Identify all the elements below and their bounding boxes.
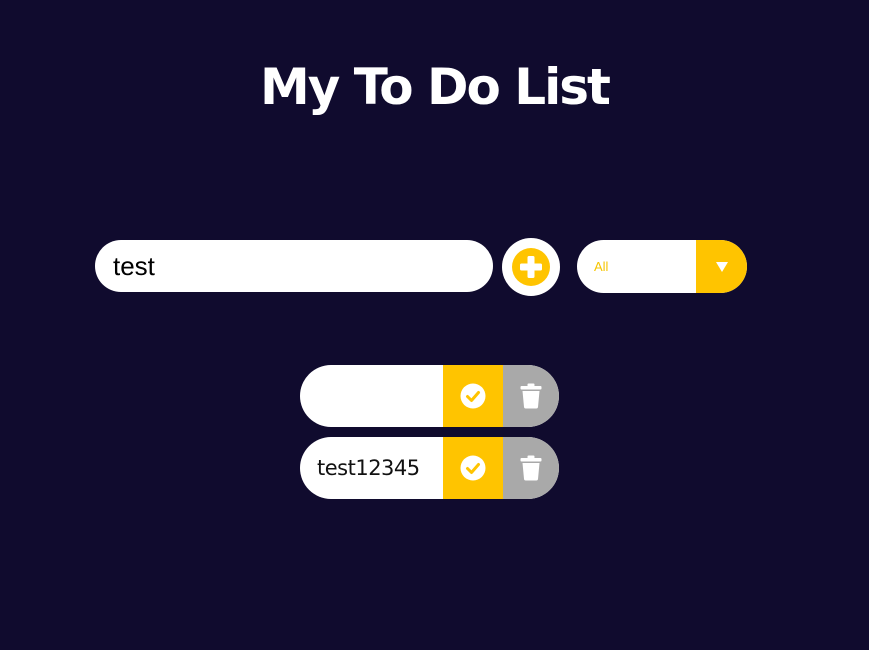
todo-item-text: test12345: [317, 456, 420, 480]
trash-icon: [520, 383, 542, 409]
check-circle-icon: [460, 455, 486, 481]
check-circle-icon: [460, 383, 486, 409]
todo-item: [300, 365, 559, 427]
todo-input[interactable]: [95, 240, 493, 292]
add-todo-button[interactable]: [502, 238, 560, 296]
plus-circle-icon: [512, 248, 550, 286]
todo-item: test12345: [300, 437, 559, 499]
todo-app: My To Do List All: [0, 0, 869, 650]
page-title: My To Do List: [260, 58, 611, 116]
filter-select[interactable]: All: [577, 240, 747, 293]
trash-icon: [520, 455, 542, 481]
delete-todo-button[interactable]: [503, 437, 559, 499]
complete-todo-button[interactable]: [443, 365, 503, 427]
complete-todo-button[interactable]: [443, 437, 503, 499]
todo-list: test12345: [300, 365, 559, 509]
caret-down-icon: [715, 261, 728, 272]
delete-todo-button[interactable]: [503, 365, 559, 427]
filter-selected-value: All: [594, 259, 609, 274]
filter-dropdown-toggle[interactable]: [696, 240, 747, 293]
